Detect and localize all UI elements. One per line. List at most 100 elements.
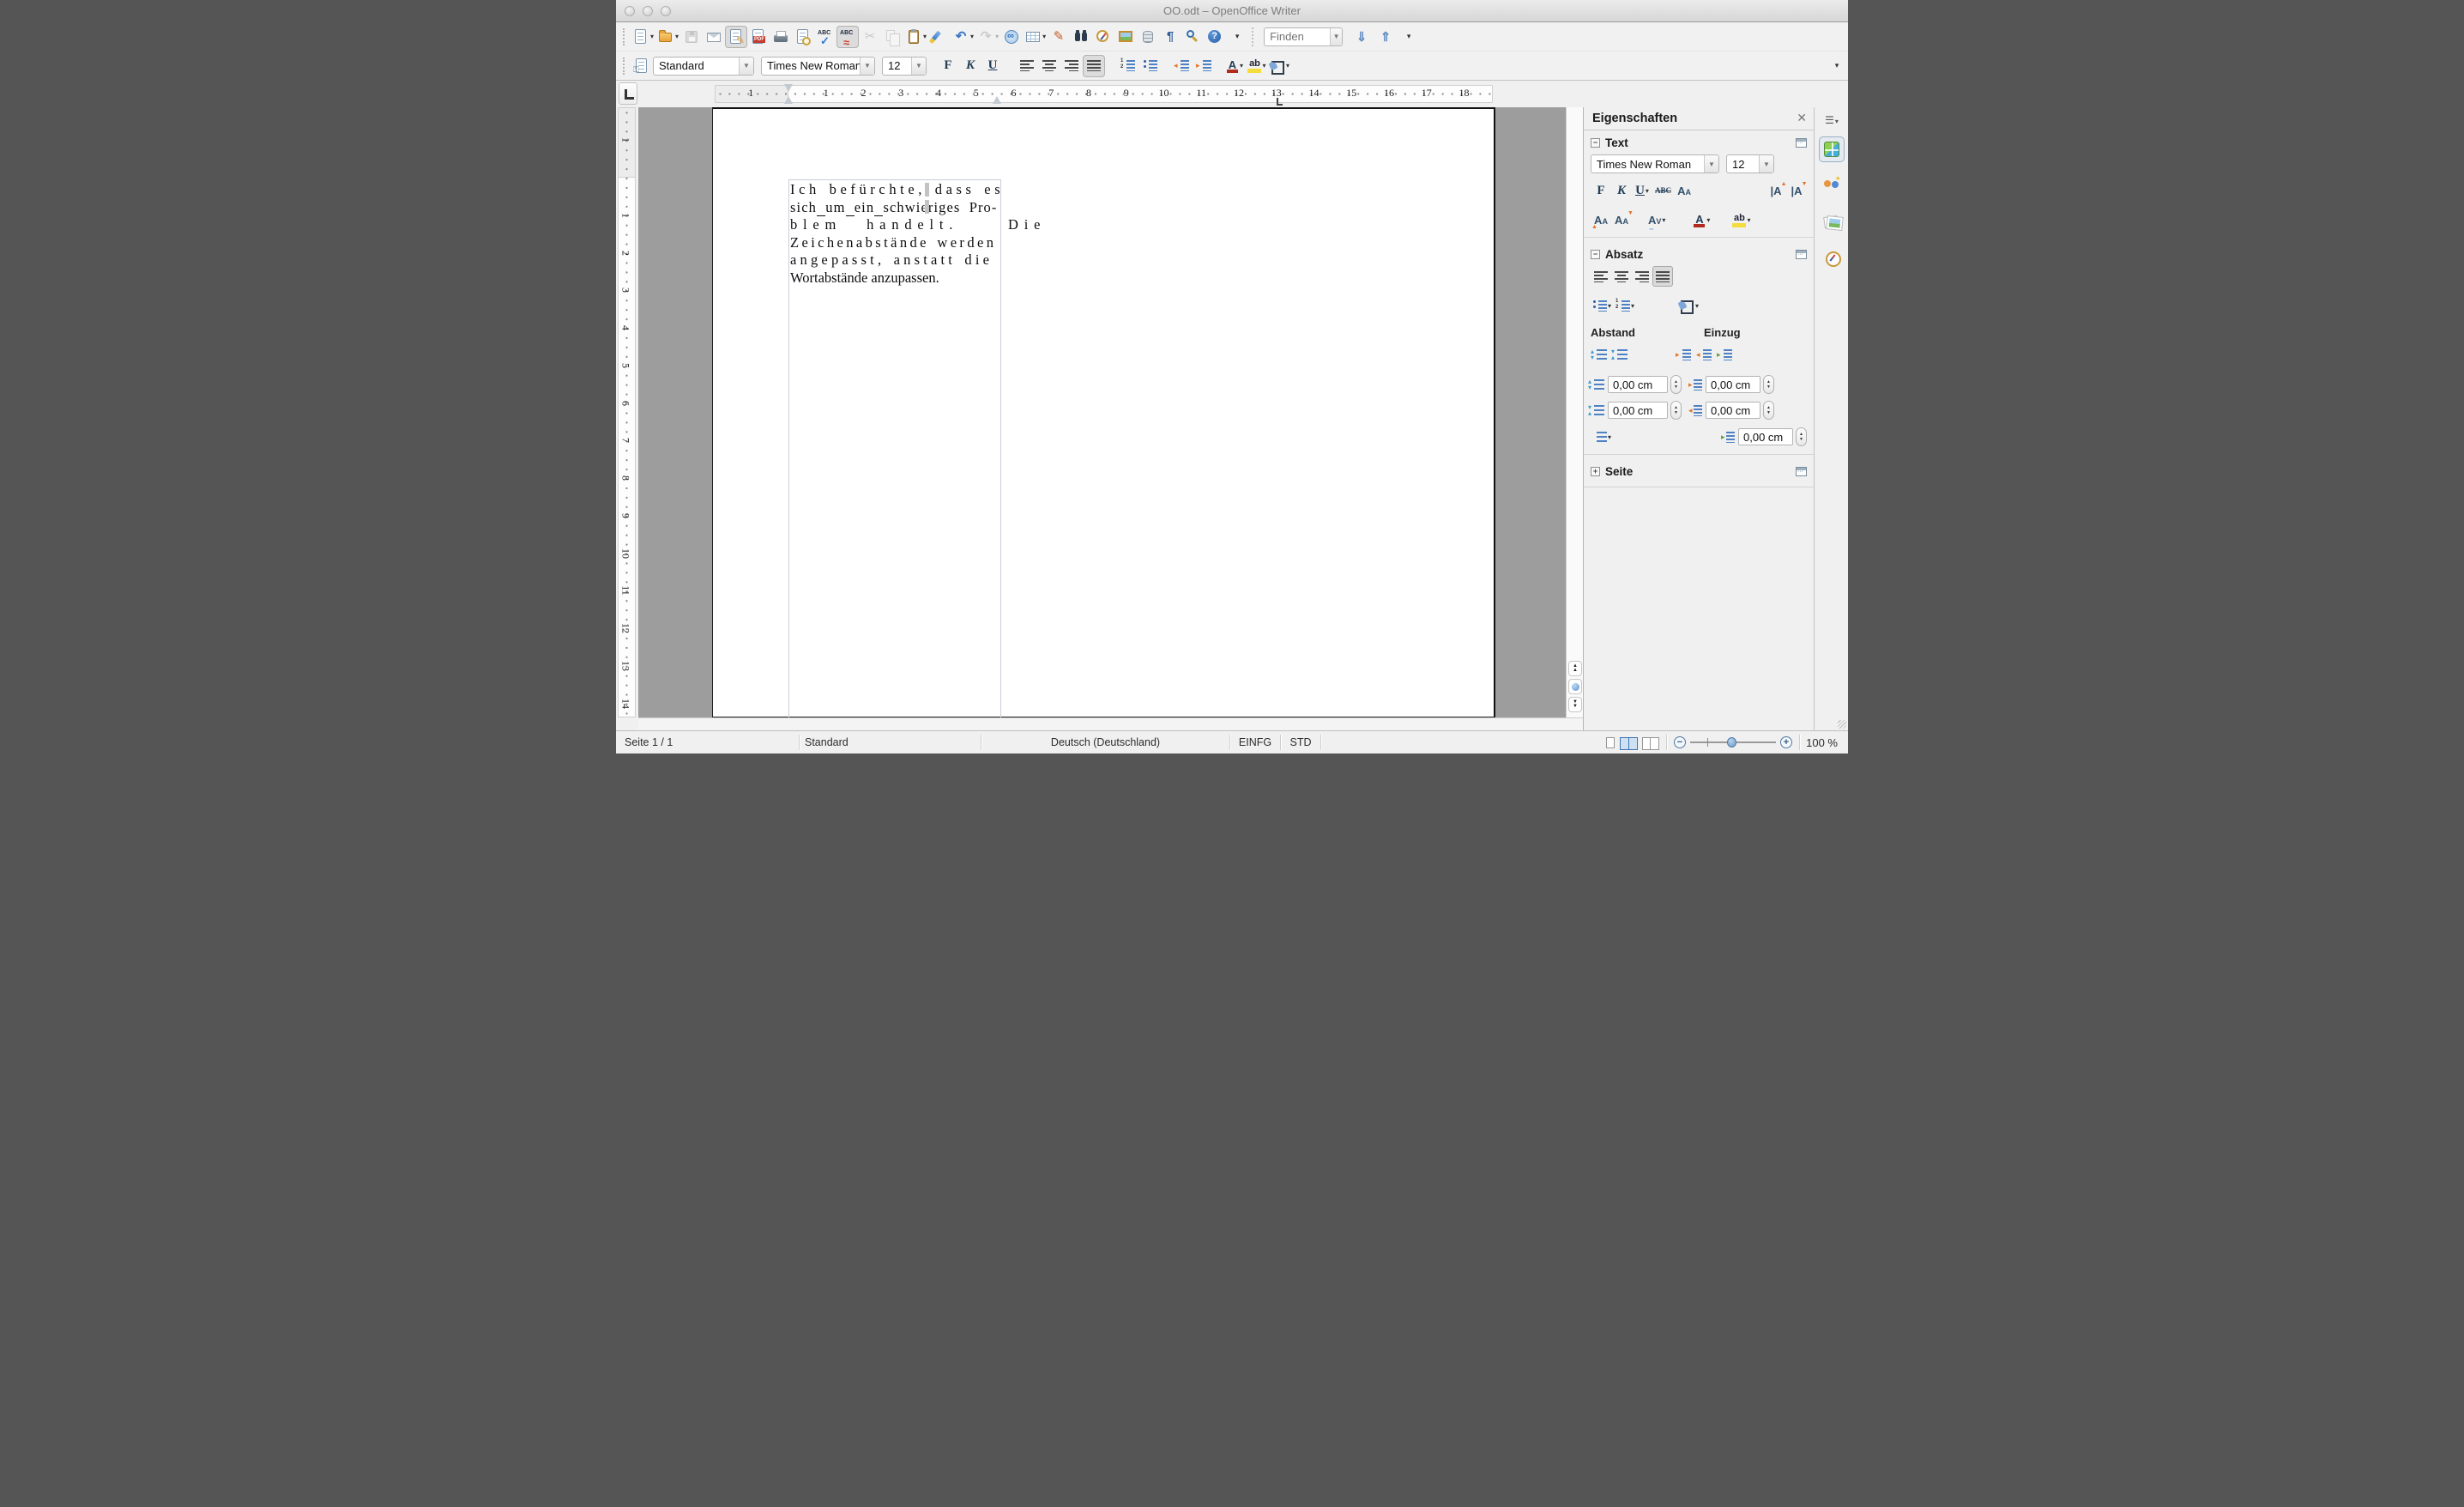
font-color-button[interactable]: A [1223, 55, 1246, 77]
status-page-style[interactable]: Standard [800, 736, 981, 748]
font-name-combobox[interactable]: Times New Roman ▼ [761, 56, 875, 76]
text-line[interactable]: sich um ein schwieriges Pro- [790, 198, 1002, 217]
sidebar-menu-icon[interactable]: ☰ [1825, 114, 1839, 126]
above-spacing-spinner[interactable]: ▲ ▼ [1670, 375, 1682, 394]
align-justify-button[interactable] [1083, 54, 1105, 77]
page-preview-button[interactable] [792, 26, 814, 48]
align-left-button[interactable] [1016, 55, 1038, 77]
zoom-percentage[interactable]: 100 % [1800, 736, 1848, 749]
chevron-down-icon[interactable]: ▼ [739, 57, 753, 75]
chevron-down-icon[interactable]: ▼ [860, 57, 874, 75]
multi-page-view-button[interactable] [1620, 736, 1638, 750]
highlighting-button[interactable]: ab [1246, 55, 1268, 77]
mail-document-button[interactable] [703, 26, 725, 48]
edit-mode-button[interactable] [725, 25, 748, 48]
align-right-button[interactable] [1060, 55, 1083, 77]
horizontal-ruler[interactable]: 1 1 2 3 4 5 6 7 8 9 10 11 12 13 14 15 16 17 18 [638, 83, 1583, 106]
first-line-indent-field[interactable]: 0,00 cm [1738, 428, 1793, 445]
toolbar-more-button[interactable]: ▾ [1226, 26, 1248, 48]
find-previous-button[interactable]: ⇑ [1374, 26, 1398, 48]
undo-button[interactable]: ↶ [951, 26, 975, 48]
navigator-deck-tab[interactable] [1819, 245, 1845, 270]
indent-marker[interactable] [784, 84, 794, 104]
gallery-deck-tab[interactable] [1819, 209, 1845, 234]
data-sources-button[interactable] [1137, 26, 1159, 48]
toolbar-drag-handle[interactable] [623, 27, 625, 45]
status-selection-mode[interactable]: STD [1281, 736, 1320, 748]
character-spacing-button[interactable]: AV ⇔ [1646, 209, 1668, 233]
status-page-count[interactable]: Seite 1 / 1 [616, 736, 799, 748]
styles-dialog-button[interactable]: ⚿ [631, 55, 653, 77]
change-case-button[interactable]: AA [1674, 180, 1694, 201]
vertical-ruler[interactable]: 1 1 2 3 4 5 6 7 8 9 10 11 12 13 14 [616, 107, 638, 717]
zoom-in-button[interactable]: + [1780, 736, 1792, 748]
decrease-font-size-button[interactable]: |A ▼ [1786, 180, 1807, 201]
align-right-button[interactable] [1632, 266, 1652, 287]
navigation-button[interactable] [1568, 679, 1582, 694]
export-pdf-button[interactable] [747, 26, 770, 48]
zoom-slider[interactable] [1690, 736, 1776, 748]
properties-deck-tab[interactable] [1819, 136, 1845, 162]
superscript-button[interactable]: AA ▲ [1591, 209, 1611, 230]
toolbar-more-button[interactable]: ▾ [1826, 55, 1848, 77]
navigator-button[interactable] [1092, 26, 1114, 48]
single-page-view-button[interactable] [1606, 736, 1615, 748]
bold-button[interactable]: F [1591, 180, 1611, 201]
print-button[interactable] [770, 26, 792, 48]
background-color-button[interactable] [1268, 55, 1291, 77]
chevron-down-icon[interactable]: ▼ [1704, 155, 1718, 172]
font-color-button[interactable]: A [1690, 209, 1712, 230]
increase-indent-button[interactable] [1193, 55, 1215, 77]
italic-button[interactable]: K [959, 55, 981, 77]
zoom-button[interactable] [1181, 26, 1204, 48]
paste-button[interactable] [903, 26, 928, 48]
align-left-button[interactable] [1591, 266, 1611, 287]
decrease-indent-button[interactable] [1170, 55, 1193, 77]
page-dialog-launcher[interactable] [1796, 467, 1807, 476]
sidebar-font-size-combobox[interactable]: 12 ▼ [1726, 154, 1774, 173]
document-view[interactable]: Ich befürchte, dass es sich um ein schwie… [638, 107, 1566, 717]
paragraph-background-button[interactable] [1676, 295, 1701, 316]
after-indent-spinner[interactable]: ▲ ▼ [1763, 401, 1774, 420]
sidebar-font-name-combobox[interactable]: Times New Roman ▼ [1591, 154, 1719, 173]
draw-functions-button[interactable]: ✎ [1048, 26, 1070, 48]
chevron-down-icon[interactable]: ▼ [1759, 155, 1773, 172]
text-line[interactable]: Ich befürchte, dass es [790, 181, 1002, 199]
find-replace-button[interactable] [1070, 26, 1092, 48]
expand-icon[interactable]: + [1591, 467, 1600, 476]
decrease-spacing-button[interactable] [1611, 344, 1632, 365]
open-button[interactable] [655, 26, 680, 48]
before-indent-spinner[interactable]: ▲ ▼ [1763, 375, 1774, 394]
strikethrough-button[interactable]: ABC [1652, 180, 1674, 201]
line-spacing-button[interactable] [1591, 427, 1614, 447]
spellcheck-button[interactable]: ABC [814, 26, 836, 48]
right-indent-marker[interactable] [993, 96, 1001, 104]
format-paintbrush-button[interactable] [928, 26, 951, 48]
next-page-button[interactable]: ▼ ▼ [1568, 697, 1582, 712]
below-spacing-spinner[interactable]: ▲ ▼ [1670, 401, 1682, 420]
vertical-scrollbar[interactable]: ▲ ▲ ▼ ▼ [1566, 107, 1583, 717]
below-spacing-field[interactable]: 0,00 cm [1608, 402, 1668, 419]
bullet-list-button[interactable] [1591, 295, 1614, 316]
collapse-icon[interactable]: − [1591, 138, 1600, 148]
auto-spellcheck-button[interactable]: ABC [836, 25, 860, 49]
hyperlink-button[interactable] [1000, 26, 1023, 48]
text-line[interactable]: Wortabstände anzupassen. [790, 269, 1002, 287]
document-text[interactable]: Ich befürchte, dass es sich um ein schwie… [790, 181, 1040, 287]
find-dropdown-icon[interactable]: ▼ [1329, 27, 1343, 45]
find-toolbar-combobox[interactable]: ▼ [1264, 27, 1344, 46]
status-insert-mode[interactable]: EINFG [1230, 736, 1280, 748]
after-indent-field[interactable]: 0,00 cm [1706, 402, 1760, 419]
above-spacing-field[interactable]: 0,00 cm [1608, 376, 1668, 393]
italic-button[interactable]: K [1611, 180, 1632, 201]
resize-grip-icon[interactable] [1838, 720, 1846, 729]
find-input[interactable] [1265, 30, 1330, 43]
align-justify-button[interactable] [1652, 266, 1673, 287]
book-view-button[interactable] [1642, 736, 1659, 750]
new-document-button[interactable] [631, 26, 655, 48]
underline-button[interactable]: U [981, 55, 1004, 77]
first-line-indent-spinner[interactable]: ▲ ▼ [1796, 427, 1807, 446]
align-center-button[interactable] [1038, 55, 1060, 77]
find-next-button[interactable]: ⇓ [1350, 26, 1374, 48]
document-page[interactable]: Ich befürchte, dass es sich um ein schwie… [712, 107, 1495, 717]
